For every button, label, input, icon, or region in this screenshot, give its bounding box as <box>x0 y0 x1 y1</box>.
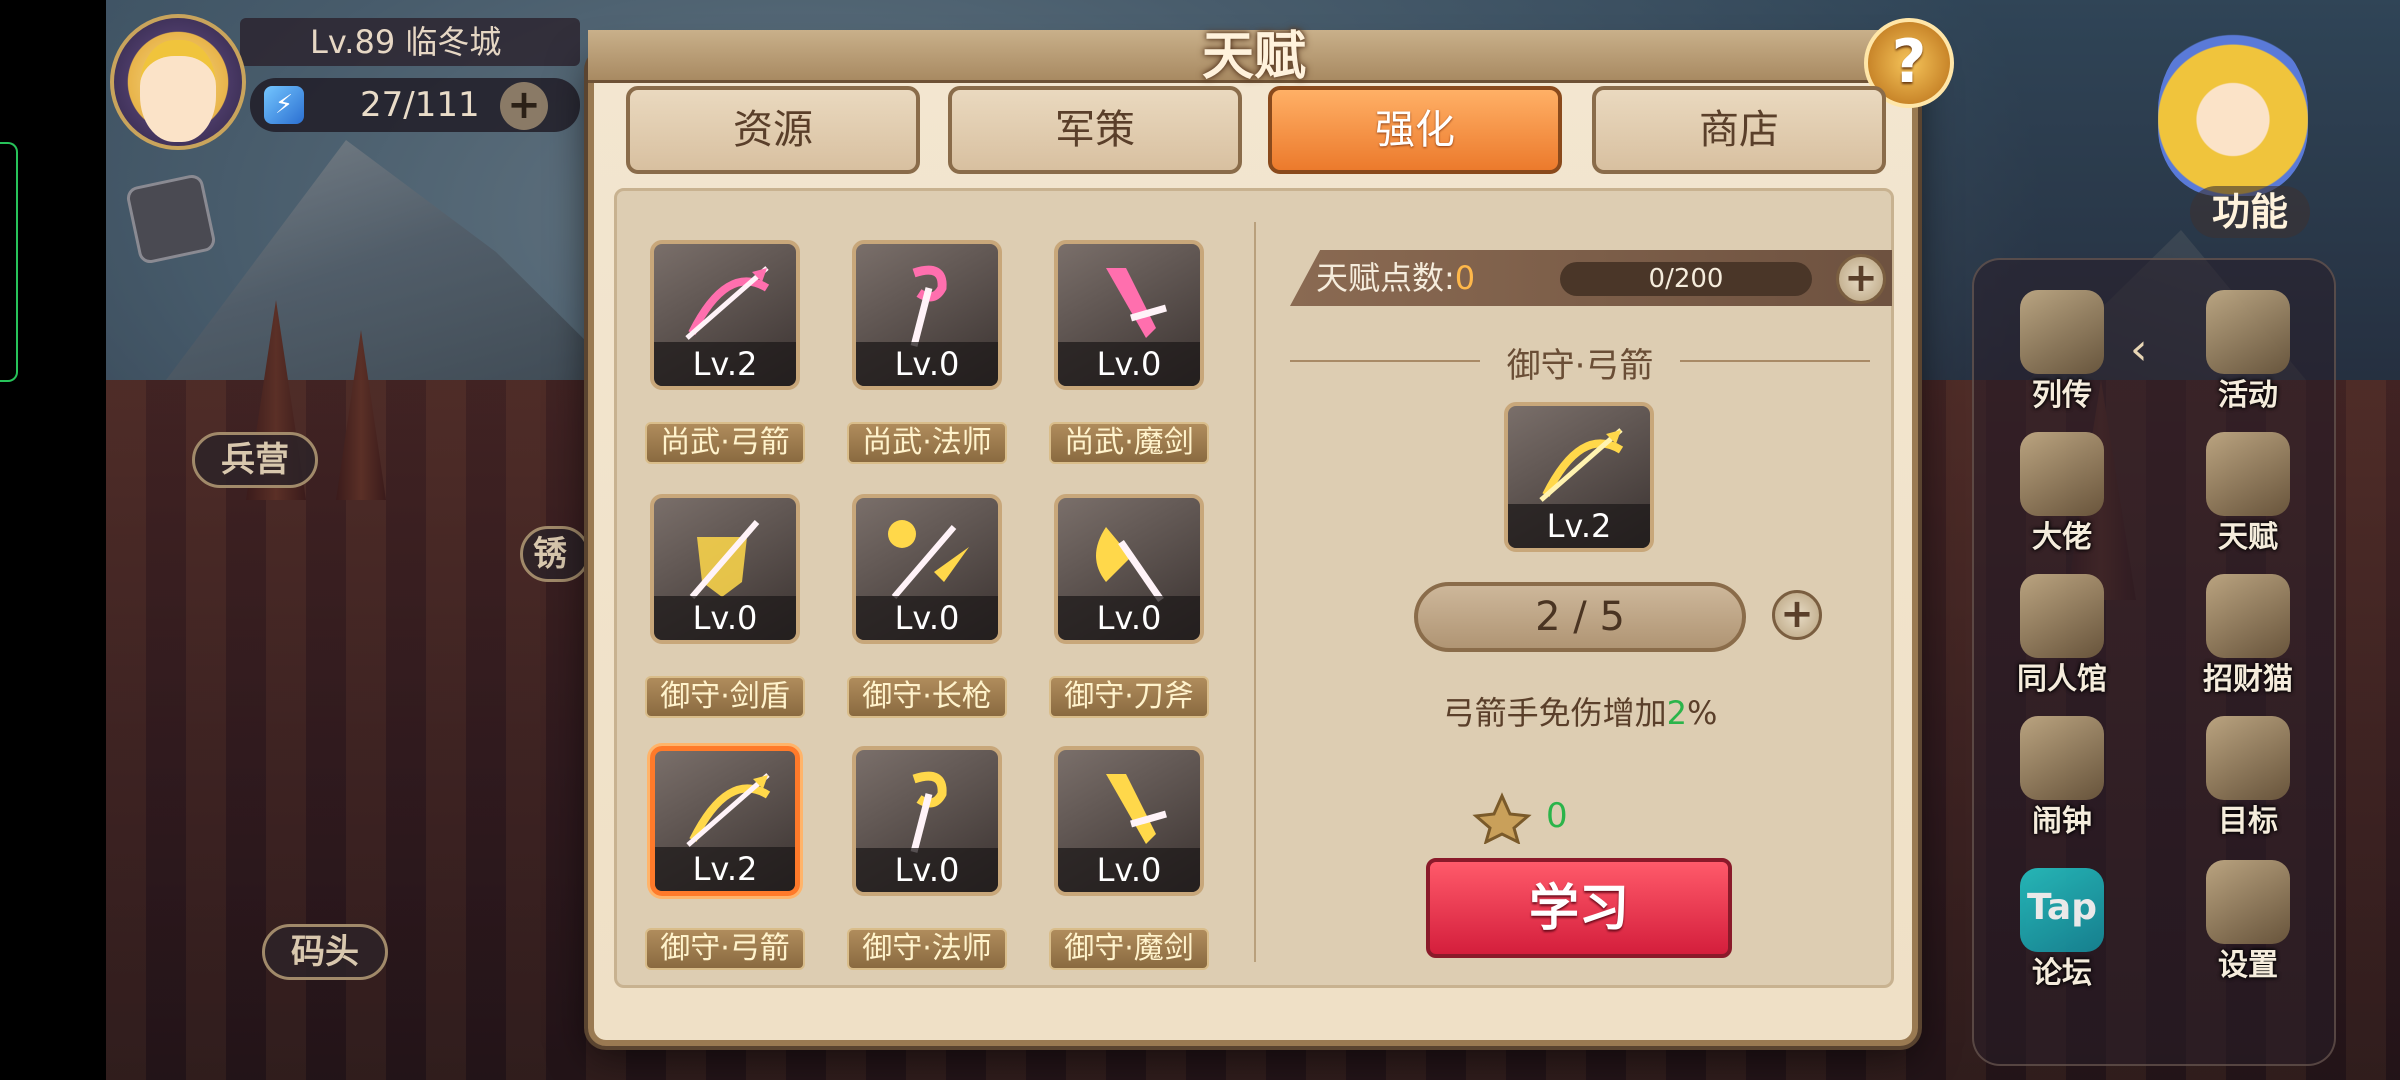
side-item-events[interactable]: 活动 <box>2186 290 2306 413</box>
talent-crest-icon <box>2206 432 2290 516</box>
mascot-avatar[interactable] <box>2158 26 2308 196</box>
talent-slot[interactable]: Lv.0 <box>650 494 800 644</box>
talent-name-label: 尚武·法师 <box>847 422 1007 464</box>
avatar-face <box>140 40 216 142</box>
gear-icon <box>2206 860 2290 944</box>
side-item-forum[interactable]: Tap 论坛 <box>2000 868 2120 991</box>
side-item-boss[interactable]: 大佬 <box>2000 432 2120 555</box>
talent-level: Lv.0 <box>856 848 998 892</box>
talent-name-label: 御守·弓箭 <box>645 928 805 970</box>
side-item-goals[interactable]: 目标 <box>2186 716 2306 839</box>
sword-icon <box>1106 774 1167 844</box>
talent-effect-text: 弓箭手免伤增加2% <box>1442 694 1718 732</box>
tab-resources[interactable]: 资源 <box>626 86 920 174</box>
talent-name-label: 御守·长枪 <box>847 676 1007 718</box>
talent-slot[interactable]: Lv.0 <box>852 494 1002 644</box>
learn-button[interactable]: 学习 <box>1426 858 1732 958</box>
talent-slot[interactable]: Lv.0 <box>1054 746 1204 896</box>
player-avatar[interactable] <box>110 14 246 150</box>
talent-name-label: 尚武·弓箭 <box>645 422 805 464</box>
bow-arrow-icon <box>1539 428 1624 502</box>
map-item-icon[interactable] <box>124 172 218 266</box>
talent-slot[interactable]: Lv.0 <box>852 746 1002 896</box>
sword-shield-icon <box>689 520 760 599</box>
talent-slot[interactable]: Lv.2 <box>650 746 800 896</box>
tab-enhance[interactable]: 强化 <box>1268 86 1562 174</box>
castle-icon <box>2020 574 2104 658</box>
talent-slot[interactable]: Lv.0 <box>852 240 1002 390</box>
lucky-cat-icon <box>2206 574 2290 658</box>
side-item-fan-hall[interactable]: 同人馆 <box>2000 574 2120 697</box>
bow-arrow-icon <box>686 773 771 847</box>
alarm-clock-icon <box>2020 716 2104 800</box>
side-item-alarm[interactable]: 闹钟 <box>2000 716 2120 839</box>
talent-point-crest-icon <box>1472 792 1532 844</box>
edge-handle[interactable] <box>0 142 18 382</box>
talent-slot[interactable]: Lv.2 <box>650 240 800 390</box>
add-points-button[interactable]: + <box>1836 254 1886 304</box>
target-banner-icon <box>2206 716 2290 800</box>
talent-points-value: 0 <box>1454 259 1476 297</box>
talent-level: Lv.0 <box>654 596 796 640</box>
selected-talent-title: 御守·弓箭 <box>1290 338 1870 387</box>
collapse-arrow-icon[interactable]: ‹ <box>2130 326 2154 374</box>
staff-icon <box>910 265 947 347</box>
side-item-lucky-cat[interactable]: 招财猫 <box>2186 574 2306 697</box>
map-label-partial[interactable]: 锈 <box>520 526 590 582</box>
talent-name-label: 御守·剑盾 <box>645 676 805 718</box>
side-item-talent[interactable]: 天赋 <box>2186 432 2306 555</box>
talent-level: Lv.2 <box>654 342 796 386</box>
map-label-dock[interactable]: 码头 <box>262 924 388 980</box>
function-menu-button[interactable]: 功能 <box>2190 186 2310 238</box>
talent-level: Lv.0 <box>1058 342 1200 386</box>
staff-icon <box>910 771 947 853</box>
scroll-icon <box>2020 290 2104 374</box>
selected-talent-icon: Lv.2 <box>1504 402 1654 552</box>
energy-add-button[interactable]: + <box>500 82 548 130</box>
talent-points-label: 天赋点数:0 <box>1316 259 1476 297</box>
talent-slot[interactable]: Lv.0 <box>1054 240 1204 390</box>
talent-level: Lv.2 <box>655 847 795 891</box>
talent-level: Lv.0 <box>856 596 998 640</box>
map-label-barracks[interactable]: 兵营 <box>192 432 318 488</box>
talent-level: Lv.0 <box>1058 596 1200 640</box>
side-item-biography[interactable]: 列传 <box>2000 290 2120 413</box>
side-item-settings[interactable]: 设置 <box>2186 860 2306 983</box>
tab-strategy[interactable]: 军策 <box>948 86 1242 174</box>
tab-shop[interactable]: 商店 <box>1592 86 1886 174</box>
talent-name-label: 御守·法师 <box>847 928 1007 970</box>
player-level-bar: Lv.89 临冬城 <box>240 18 580 66</box>
talent-level: Lv.0 <box>1058 848 1200 892</box>
content-divider <box>1254 222 1256 962</box>
bow-arrow-icon <box>685 266 770 340</box>
spear-icon <box>888 520 969 599</box>
star-medal-icon <box>2206 290 2290 374</box>
axe-icon <box>1096 527 1164 602</box>
talent-level: Lv.0 <box>856 342 998 386</box>
learn-cost-value: 0 <box>1546 796 1568 836</box>
lightning-icon: ⚡ <box>264 86 304 124</box>
muscle-boss-icon <box>2020 432 2104 516</box>
talent-slot[interactable]: Lv.0 <box>1054 494 1204 644</box>
level-up-plus-button[interactable]: + <box>1772 590 1822 640</box>
sword-icon <box>1106 268 1167 338</box>
taptap-icon: Tap <box>2020 868 2104 952</box>
talent-points-progress: 0/200 <box>1560 262 1812 296</box>
talent-name-label: 御守·刀斧 <box>1049 676 1209 718</box>
dialog-title: 天赋 <box>1201 27 1306 87</box>
talent-level-progress: 2 / 5 <box>1414 582 1746 652</box>
talent-name-label: 尚武·魔剑 <box>1049 422 1209 464</box>
talent-name-label: 御守·魔剑 <box>1049 928 1209 970</box>
